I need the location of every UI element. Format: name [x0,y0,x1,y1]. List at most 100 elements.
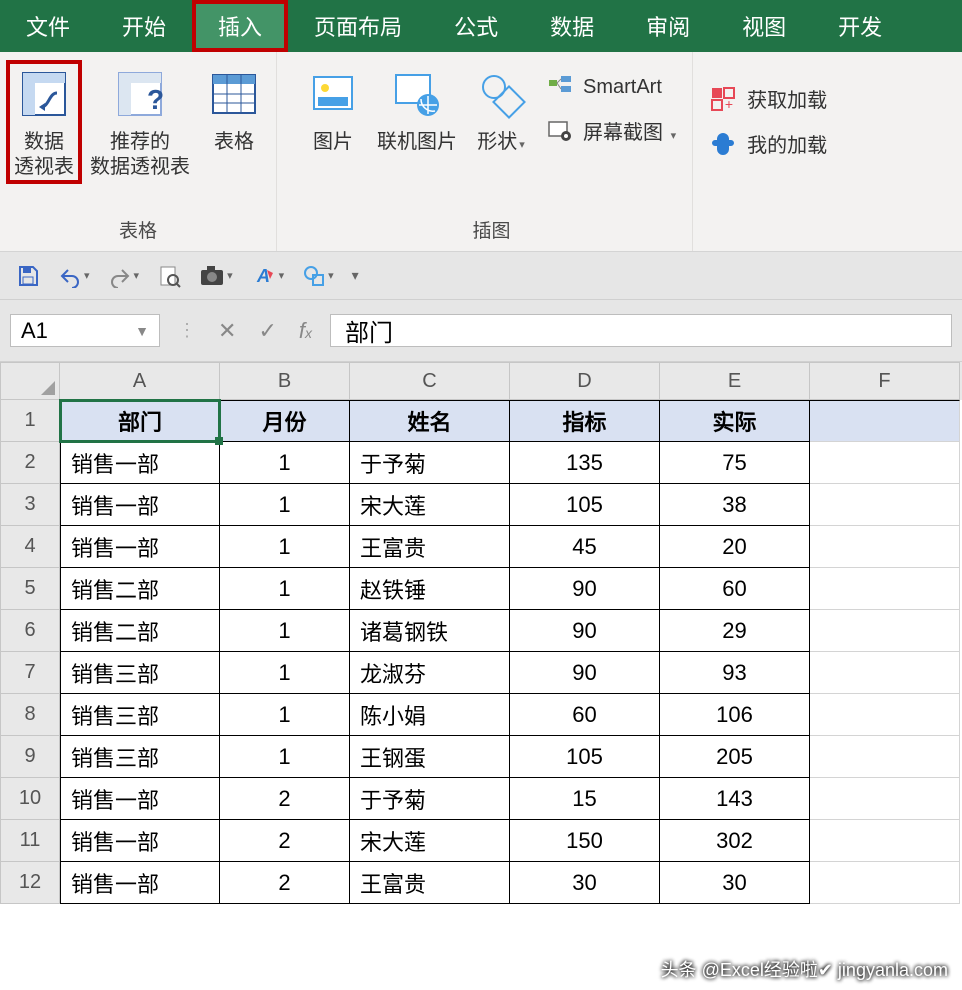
cell[interactable]: 135 [510,442,660,484]
chevron-down-icon[interactable]: ▼ [135,323,149,339]
cell[interactable]: 205 [660,736,810,778]
cell[interactable]: 销售二部 [60,568,220,610]
cell[interactable]: 93 [660,652,810,694]
cancel-button[interactable]: ✕ [218,318,236,344]
cell[interactable]: 销售一部 [60,526,220,568]
row-header[interactable]: 3 [0,484,60,526]
cell[interactable]: 30 [510,862,660,904]
cell[interactable]: 宋大莲 [350,820,510,862]
redo-button[interactable]: ▾ [108,264,140,288]
table-button[interactable]: 表格 [198,60,270,159]
cell[interactable]: 销售三部 [60,736,220,778]
tab-file[interactable]: 文件 [0,0,96,52]
cell[interactable]: 龙淑芬 [350,652,510,694]
cell[interactable]: 60 [660,568,810,610]
screenshot-button[interactable]: 屏幕截图 ▾ [547,116,676,145]
cell[interactable]: 销售三部 [60,652,220,694]
cell[interactable] [810,820,960,862]
cell[interactable] [810,652,960,694]
cell[interactable]: 王富贵 [350,526,510,568]
cell[interactable]: 销售一部 [60,442,220,484]
cell[interactable] [810,484,960,526]
shapes-qat-button[interactable]: ▾ [302,264,334,288]
col-header-B[interactable]: B [220,362,350,400]
cell[interactable]: 1 [220,442,350,484]
cell[interactable]: 销售一部 [60,778,220,820]
function-menu-button[interactable]: ⋮ [178,320,196,341]
cell[interactable]: 1 [220,652,350,694]
cell[interactable]: 2 [220,820,350,862]
tab-formulas[interactable]: 公式 [428,0,524,52]
formula-bar[interactable]: 部门 [330,314,952,347]
cell[interactable]: 于予菊 [350,778,510,820]
cell[interactable]: 2 [220,778,350,820]
tab-insert[interactable]: 插入 [192,0,288,52]
cell[interactable]: 姓名 [350,400,510,442]
row-header[interactable]: 2 [0,442,60,484]
cell[interactable] [810,862,960,904]
row-header[interactable]: 1 [0,400,60,442]
row-header[interactable]: 5 [0,568,60,610]
cell[interactable]: 销售一部 [60,862,220,904]
cell[interactable] [810,778,960,820]
cell[interactable]: 90 [510,568,660,610]
cell[interactable]: 宋大莲 [350,484,510,526]
cell[interactable]: 1 [220,736,350,778]
my-addins-button[interactable]: 我的加载 [709,129,827,158]
cell[interactable]: 60 [510,694,660,736]
cell[interactable]: 王钢蛋 [350,736,510,778]
cell[interactable]: 45 [510,526,660,568]
cell[interactable]: 销售二部 [60,610,220,652]
cell[interactable]: 20 [660,526,810,568]
fx-button[interactable]: fx [299,318,312,344]
row-header[interactable]: 12 [0,862,60,904]
row-header[interactable]: 7 [0,652,60,694]
tab-data[interactable]: 数据 [524,0,620,52]
row-header[interactable]: 10 [0,778,60,820]
cell[interactable]: 指标 [510,400,660,442]
cell[interactable] [810,694,960,736]
cell[interactable]: 143 [660,778,810,820]
enter-button[interactable]: ✓ [258,318,276,344]
row-header[interactable]: 4 [0,526,60,568]
cell[interactable]: 105 [510,484,660,526]
cell[interactable]: 诸葛钢铁 [350,610,510,652]
cell[interactable]: 陈小娟 [350,694,510,736]
online-pictures-button[interactable]: 联机图片 [369,60,465,159]
tab-review[interactable]: 审阅 [620,0,716,52]
cell[interactable]: 1 [220,526,350,568]
cell[interactable]: 月份 [220,400,350,442]
cell[interactable]: 于予菊 [350,442,510,484]
cell[interactable]: 90 [510,652,660,694]
undo-button[interactable]: ▾ [58,264,90,288]
cell[interactable] [810,736,960,778]
row-header[interactable]: 9 [0,736,60,778]
cell[interactable]: 302 [660,820,810,862]
col-header-F[interactable]: F [810,362,960,400]
cell[interactable] [810,442,960,484]
tab-developer[interactable]: 开发 [812,0,908,52]
cell[interactable]: 90 [510,610,660,652]
cell[interactable]: 实际 [660,400,810,442]
tab-view[interactable]: 视图 [716,0,812,52]
col-header-E[interactable]: E [660,362,810,400]
cell[interactable]: 1 [220,610,350,652]
cell[interactable]: 30 [660,862,810,904]
font-tool-button[interactable]: A▾ [251,264,285,288]
camera-button[interactable]: ▾ [199,264,233,288]
cell[interactable]: 38 [660,484,810,526]
get-addins-button[interactable]: + 获取加载 [709,84,827,113]
shapes-button[interactable]: 形状▾ [465,60,537,159]
pictures-button[interactable]: 图片 [297,60,369,159]
col-header-D[interactable]: D [510,362,660,400]
cell[interactable]: 105 [510,736,660,778]
print-preview-button[interactable] [157,264,181,288]
cell[interactable]: 29 [660,610,810,652]
col-header-C[interactable]: C [350,362,510,400]
cell[interactable]: 1 [220,694,350,736]
tab-home[interactable]: 开始 [96,0,192,52]
cell[interactable]: 1 [220,484,350,526]
cell[interactable]: 销售一部 [60,820,220,862]
cell[interactable]: 150 [510,820,660,862]
tab-page-layout[interactable]: 页面布局 [288,0,428,52]
